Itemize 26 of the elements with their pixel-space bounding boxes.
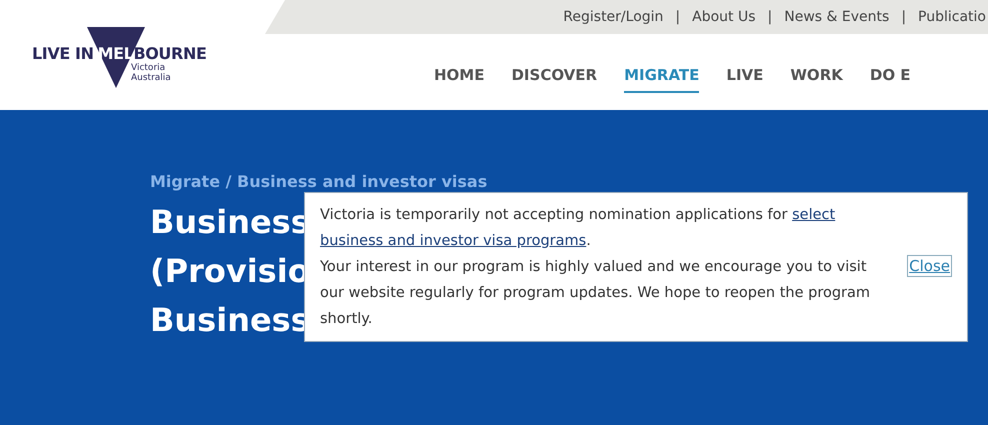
top-link[interactable]: News & Events (784, 6, 890, 28)
top-link[interactable]: Publicatio (918, 6, 986, 28)
link-separator: | (675, 8, 680, 26)
notice-message: Victoria is temporarily not accepting nomination applications for select business and investor visa programs. (320, 206, 836, 251)
programs-link[interactable]: business and investor visa programs (320, 233, 586, 249)
top-link[interactable]: About Us (692, 6, 756, 28)
logo-text: LIVE IN (32, 43, 94, 65)
nav-tab[interactable]: LIVE (726, 64, 764, 92)
programs-link[interactable]: select (792, 207, 836, 223)
logo-subtext: Australia (131, 73, 171, 83)
link-separator: | (768, 8, 772, 26)
logo-subtext: Victoria (131, 63, 166, 73)
close-link[interactable]: Close (907, 255, 952, 277)
breadcrumb: Migrate / Business and investor visas (150, 172, 488, 192)
link-separator: | (901, 8, 906, 26)
nav-tab[interactable]: DISCOVER (511, 64, 598, 92)
nav-tab[interactable]: MIGRATE (624, 64, 700, 92)
page-title: Business (150, 202, 310, 243)
nav-tab[interactable]: DO E (870, 64, 911, 92)
page-title: Business (150, 300, 310, 341)
nav-tab[interactable]: HOME (434, 64, 484, 92)
nav-tab[interactable]: WORK (790, 64, 843, 92)
top-link[interactable]: Register/Login (563, 6, 664, 28)
page-title: (Provisio (150, 251, 310, 292)
logo-text: BOURNE (133, 43, 206, 63)
notice-message: Your interest in our program is highly valued and we encourage you to visit our website regularly for program updates. We hope to reopen the program shortly. (320, 258, 872, 329)
